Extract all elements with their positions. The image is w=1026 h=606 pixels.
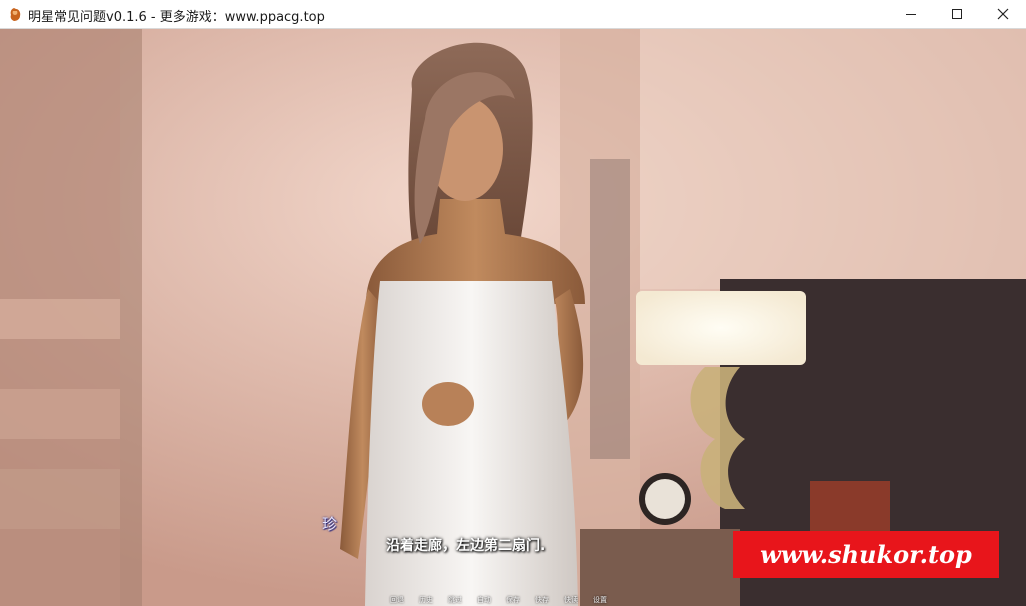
quick-menu-auto[interactable]: 自动 — [477, 595, 491, 606]
game-viewport[interactable]: 珍 沿着走廊，左边第二扇门. 回退 历史 跳过 自动 保存 快存 快读 设置 w… — [0, 29, 1026, 606]
watermark-text: www.shukor.top — [760, 540, 972, 569]
quick-menu-history[interactable]: 历史 — [419, 595, 433, 606]
minimize-button[interactable] — [888, 0, 934, 28]
close-icon — [997, 8, 1009, 20]
close-button[interactable] — [980, 0, 1026, 28]
quick-menu-skip[interactable]: 跳过 — [448, 595, 462, 606]
dialogue-speaker-name: 珍 — [322, 515, 338, 533]
window-titlebar[interactable]: 明星常见问题v0.1.6 - 更多游戏：www.ppacg.top — [0, 0, 1026, 29]
scene-background — [0, 29, 1026, 606]
quick-menu-save[interactable]: 保存 — [506, 595, 520, 606]
watermark-banner: www.shukor.top — [733, 531, 999, 578]
dialogue-text: 沿着走廊，左边第二扇门. — [386, 538, 546, 554]
quick-menu-quicksave[interactable]: 快存 — [535, 595, 549, 606]
quick-menu-settings[interactable]: 设置 — [593, 595, 607, 606]
minimize-icon — [906, 14, 916, 15]
app-icon — [10, 8, 21, 21]
quick-menu: 回退 历史 跳过 自动 保存 快存 快读 设置 — [390, 595, 607, 606]
quick-menu-quickload[interactable]: 快读 — [564, 595, 578, 606]
maximize-button[interactable] — [934, 0, 980, 28]
quick-menu-back[interactable]: 回退 — [390, 595, 404, 606]
window-title: 明星常见问题v0.1.6 - 更多游戏：www.ppacg.top — [28, 10, 325, 25]
maximize-icon — [952, 9, 962, 19]
